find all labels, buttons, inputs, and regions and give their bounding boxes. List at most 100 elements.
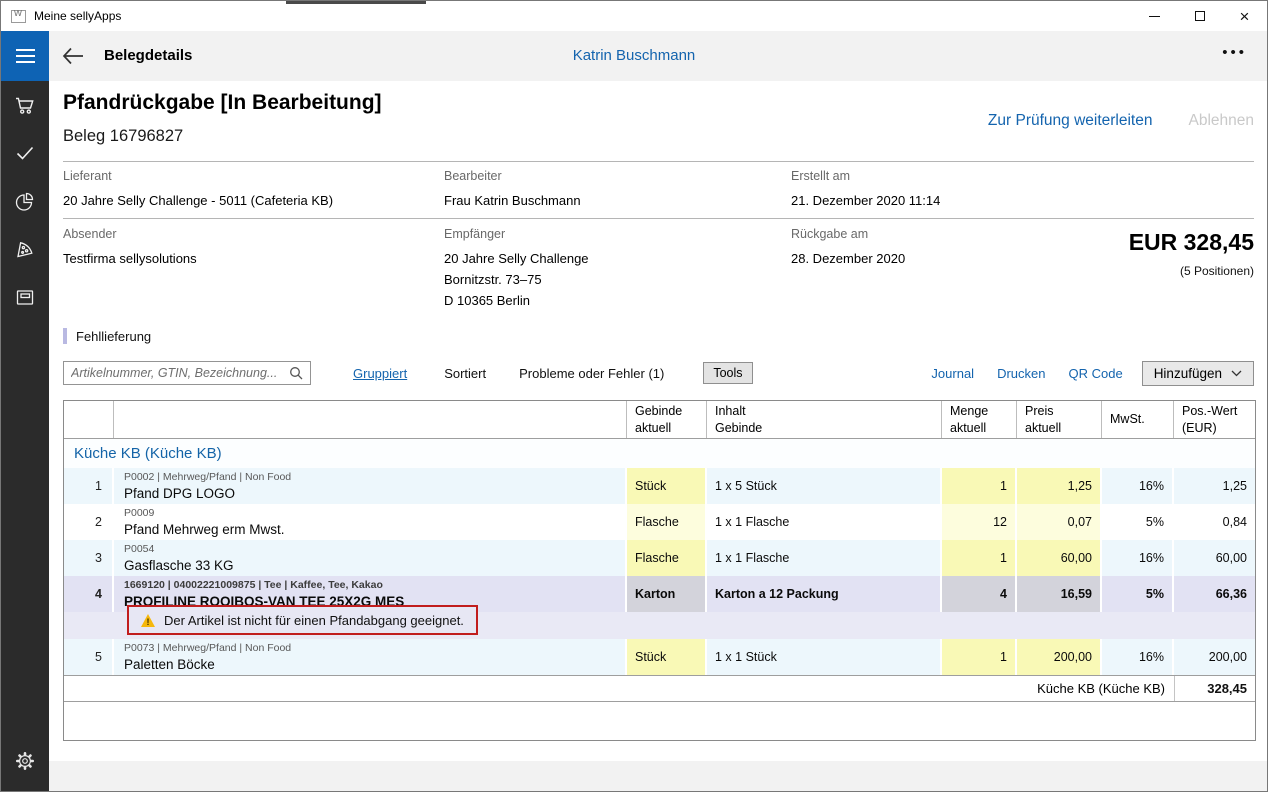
warning-text: Der Artikel ist nicht für einen Pfandabg…: [164, 613, 464, 628]
article-name: Pfand Mehrweg erm Mwst.: [124, 522, 625, 537]
meta-lieferant: Lieferant 20 Jahre Selly Challenge - 501…: [63, 169, 333, 211]
close-icon: ×: [1240, 8, 1250, 25]
article-name: Pfand DPG LOGO: [124, 486, 625, 501]
sidebar-item-cart[interactable]: [1, 81, 49, 129]
article-meta: P0002 | Mehrweg/Pfand | Non Food: [124, 471, 625, 484]
pos-wert-cell: 66,36: [1174, 576, 1255, 612]
column-header[interactable]: MwSt.: [1102, 401, 1174, 438]
pos-wert-cell: 200,00: [1174, 639, 1255, 675]
gebinde-cell: Flasche: [627, 540, 707, 576]
group-header[interactable]: Küche KB (Küche KB): [64, 439, 1255, 468]
pos-wert-cell: 60,00: [1174, 540, 1255, 576]
column-header[interactable]: [64, 401, 114, 438]
column-header[interactable]: Gebindeaktuell: [627, 401, 707, 438]
table-row[interactable]: 2P0009Pfand Mehrweg erm Mwst.Flasche1 x …: [64, 504, 1255, 540]
column-header[interactable]: [114, 401, 627, 438]
document-tag: Fehllieferung: [63, 328, 151, 344]
mwst-cell: 5%: [1102, 504, 1174, 540]
menge-cell: 4: [942, 576, 1017, 612]
group-footer-label: Küche KB (Küche KB): [64, 676, 1174, 701]
menge-cell: 1: [942, 540, 1017, 576]
grouped-toggle[interactable]: Gruppiert: [353, 366, 407, 381]
search-box[interactable]: [63, 361, 311, 385]
chevron-down-icon: [1231, 370, 1242, 377]
minimize-button[interactable]: [1132, 1, 1177, 31]
table-row[interactable]: 5P0073 | Mehrweg/Pfand | Non FoodPalette…: [64, 639, 1255, 675]
search-icon: [289, 366, 303, 380]
sidebar-item-tasks[interactable]: [1, 129, 49, 177]
preis-cell: 200,00: [1017, 639, 1102, 675]
gebinde-cell: Flasche: [627, 504, 707, 540]
reject-button[interactable]: Ablehnen: [1188, 112, 1254, 130]
search-input[interactable]: [71, 366, 289, 380]
problems-filter[interactable]: Probleme oder Fehler (1): [519, 366, 664, 381]
total-positions: (5 Positionen): [1129, 264, 1254, 278]
mwst-cell: 5%: [1102, 576, 1174, 612]
close-button[interactable]: ×: [1222, 1, 1267, 31]
article-meta: 1669120 | 04002221009875 | Tee | Kaffee,…: [124, 579, 625, 592]
cart-icon: [13, 93, 37, 117]
meta-erstellt-am: Erstellt am 21. Dezember 2020 11:14: [791, 169, 940, 211]
table-row[interactable]: 3P0054Gasflasche 33 KGFlasche1 x 1 Flasc…: [64, 540, 1255, 576]
preis-cell: 1,25: [1017, 468, 1102, 504]
sidebar-item-reports[interactable]: [1, 177, 49, 225]
document-number: Beleg 16796827: [63, 127, 183, 146]
window-title: Meine sellyApps: [34, 9, 121, 23]
menge-cell: 12: [942, 504, 1017, 540]
more-button[interactable]: •••: [1222, 44, 1247, 61]
tools-button[interactable]: Tools: [703, 362, 752, 384]
pizza-icon: [13, 237, 37, 261]
row-number: 4: [64, 576, 114, 612]
preis-cell: 0,07: [1017, 504, 1102, 540]
gebinde-cell: Stück: [627, 639, 707, 675]
sidebar-item-settings[interactable]: [1, 737, 49, 785]
settings-gear-icon: [13, 749, 37, 773]
meta-absender: Absender Testfirma sellysolutions: [63, 227, 197, 269]
pos-wert-cell: 0,84: [1174, 504, 1255, 540]
gebinde-cell: Stück: [627, 468, 707, 504]
print-link[interactable]: Drucken: [997, 366, 1045, 381]
preis-cell: 60,00: [1017, 540, 1102, 576]
group-footer-total: 328,45: [1174, 676, 1255, 701]
tag-label: Fehllieferung: [76, 329, 151, 344]
journal-link[interactable]: Journal: [931, 366, 974, 381]
minimize-icon: [1149, 16, 1160, 17]
table-header-row: GebindeaktuellInhaltGebindeMengeaktuellP…: [64, 401, 1255, 439]
sorted-toggle[interactable]: Sortiert: [444, 366, 486, 381]
row-number: 1: [64, 468, 114, 504]
inhalt-cell: 1 x 5 Stück: [707, 468, 942, 504]
preis-cell: 16,59: [1017, 576, 1102, 612]
mwst-cell: 16%: [1102, 639, 1174, 675]
app-window: Meine sellyApps × Belegdetails Katrin Bu…: [0, 0, 1268, 792]
article-meta: P0054: [124, 543, 625, 556]
inhalt-cell: Karton a 12 Packung: [707, 576, 942, 612]
sidebar-item-catering[interactable]: [1, 225, 49, 273]
forward-for-review-button[interactable]: Zur Prüfung weiterleiten: [988, 112, 1153, 130]
positions-toolbar: Gruppiert Sortiert Probleme oder Fehler …: [63, 360, 1254, 386]
add-button[interactable]: Hinzufügen: [1142, 361, 1254, 386]
mwst-cell: 16%: [1102, 468, 1174, 504]
bottom-bar: [49, 761, 1267, 791]
row-number: 2: [64, 504, 114, 540]
qr-code-link[interactable]: QR Code: [1068, 366, 1122, 381]
current-user-link[interactable]: Katrin Buschmann: [1, 47, 1267, 64]
divider: [63, 218, 1254, 219]
inhalt-cell: 1 x 1 Stück: [707, 639, 942, 675]
row-warning-band: Der Artikel ist nicht für einen Pfandabg…: [64, 612, 1255, 639]
menge-cell: 1: [942, 468, 1017, 504]
table-row[interactable]: 1 P0002 | Mehrweg/Pfand | Non Food Pfand D…: [64, 468, 1255, 504]
document-title: Pfandrückgabe [In Bearbeitung]: [63, 91, 382, 115]
column-header[interactable]: InhaltGebinde: [707, 401, 942, 438]
table-body: 1 P0002 | Mehrweg/Pfand | Non Food Pfand D…: [64, 468, 1255, 675]
check-icon: [13, 141, 37, 165]
column-header[interactable]: Preisaktuell: [1017, 401, 1102, 438]
maximize-button[interactable]: [1177, 1, 1222, 31]
divider: [63, 161, 1254, 162]
group-footer: Küche KB (Küche KB) 328,45: [64, 675, 1255, 702]
inhalt-cell: 1 x 1 Flasche: [707, 540, 942, 576]
sidebar-item-journal[interactable]: [1, 273, 49, 321]
titlebar: Meine sellyApps ×: [1, 1, 1267, 31]
inhalt-cell: 1 x 1 Flasche: [707, 504, 942, 540]
column-header[interactable]: Pos.-Wert(EUR): [1174, 401, 1255, 438]
column-header[interactable]: Mengeaktuell: [942, 401, 1017, 438]
